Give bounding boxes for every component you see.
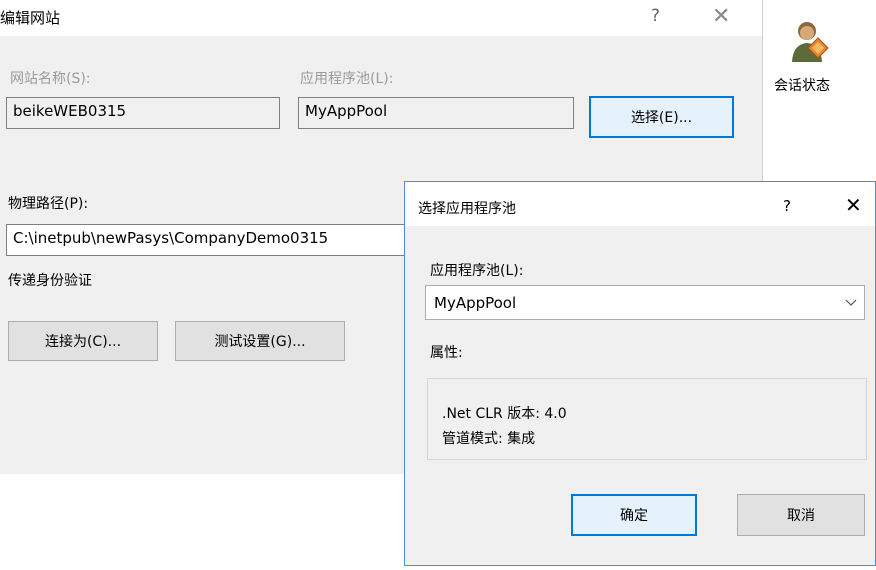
- test-settings-button[interactable]: 测试设置(G)...: [175, 321, 345, 361]
- app-pool-selected-value: MyAppPool: [434, 293, 517, 312]
- app-pool-select[interactable]: MyAppPool: [425, 285, 865, 320]
- select-app-pool-title: 选择应用程序池: [418, 201, 516, 217]
- clr-version-text: .Net CLR 版本: 4.0: [442, 406, 567, 422]
- select-app-pool-button[interactable]: 选择(E)...: [589, 96, 734, 138]
- app-pool-label: 应用程序池(L):: [300, 71, 394, 87]
- physical-path-field[interactable]: C:\inetpub\newPasys\CompanyDemo0315: [6, 224, 426, 256]
- site-name-label: 网站名称(S):: [10, 71, 91, 87]
- edit-site-title: 编辑网站: [0, 9, 61, 27]
- help-button[interactable]: ?: [651, 8, 660, 25]
- site-name-field[interactable]: beikeWEB0315: [6, 97, 280, 129]
- connect-as-button[interactable]: 连接为(C)...: [8, 321, 158, 361]
- close-button[interactable]: ✕: [845, 193, 862, 217]
- properties-label: 属性:: [430, 345, 463, 361]
- help-button[interactable]: ?: [783, 197, 791, 215]
- ok-button[interactable]: 确定: [571, 494, 697, 536]
- pipeline-mode-text: 管道模式: 集成: [442, 431, 536, 447]
- close-button[interactable]: ✕: [712, 6, 730, 28]
- user-diamond-icon[interactable]: [790, 18, 832, 64]
- chevron-down-icon: [838, 299, 864, 307]
- edit-site-titlebar: [0, 0, 762, 36]
- physical-path-label: 物理路径(P):: [8, 196, 89, 212]
- session-state-label[interactable]: 会话状态: [774, 75, 830, 95]
- pass-through-auth-label: 传递身份验证: [8, 273, 92, 289]
- app-pool-label: 应用程序池(L):: [430, 263, 524, 279]
- cancel-button[interactable]: 取消: [737, 494, 865, 536]
- app-pool-field[interactable]: MyAppPool: [298, 97, 574, 129]
